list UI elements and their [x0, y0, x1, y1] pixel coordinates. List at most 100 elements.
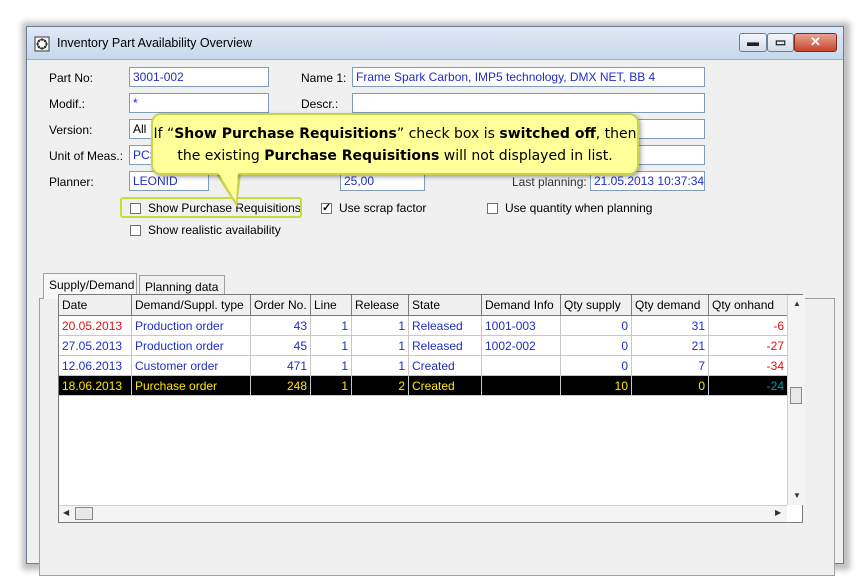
planner-label: Planner:	[49, 175, 94, 189]
last-planning-label: Last planning:	[512, 175, 587, 189]
realistic-checkbox[interactable]: Show realistic availability	[130, 223, 281, 237]
cell-qty-supply: 0	[560, 315, 632, 336]
close-icon: ✕	[810, 34, 821, 49]
horizontal-scroll-thumb[interactable]	[75, 507, 93, 520]
maximize-icon: ▭	[774, 35, 787, 49]
cell-demand-info	[481, 375, 561, 396]
cell-date: 27.05.2013	[59, 335, 132, 356]
cell-type: Customer order	[131, 355, 251, 376]
callout-bold-3: Purchase Requisitions	[264, 148, 440, 164]
minimize-button[interactable]: ▬	[739, 33, 767, 52]
cell-state: Released	[408, 315, 482, 336]
title-bar: Inventory Part Availability Overview ▬ ▭…	[27, 27, 843, 60]
cell-type: Production order	[131, 335, 251, 356]
vertical-scrollbar[interactable]: ▲ ▼	[787, 295, 805, 505]
col-line[interactable]: Line	[310, 295, 352, 316]
cell-order-no: 471	[250, 355, 311, 376]
cell-type: Purchase order	[131, 375, 251, 396]
table-row[interactable]: 20.05.2013 Production order 43 1 1 Relea…	[59, 315, 788, 336]
col-demand-info[interactable]: Demand Info	[481, 295, 561, 316]
cell-date: 12.06.2013	[59, 355, 132, 376]
table-row-selected[interactable]: 18.06.2013 Purchase order 248 1 2 Create…	[59, 375, 788, 396]
cell-qty-onhand: -6	[708, 315, 788, 336]
cell-state: Created	[408, 375, 482, 396]
modif-field[interactable]: *	[129, 93, 269, 113]
cell-demand-info: 1002-002	[481, 335, 561, 356]
realistic-label: Show realistic availability	[148, 223, 281, 237]
cell-demand-info: 1001-003	[481, 315, 561, 336]
qty-planning-box[interactable]	[487, 202, 498, 214]
cell-state: Released	[408, 335, 482, 356]
scrap-factor-label: Use scrap factor	[339, 201, 427, 215]
name1-field[interactable]: Frame Spark Carbon, IMP5 technology, DMX…	[352, 67, 705, 87]
cell-demand-info	[481, 355, 561, 376]
cell-line: 1	[310, 375, 352, 396]
col-order-no[interactable]: Order No.	[250, 295, 311, 316]
col-state[interactable]: State	[408, 295, 482, 316]
col-type[interactable]: Demand/Suppl. type	[131, 295, 251, 316]
modif-label: Modif.:	[49, 97, 86, 111]
grid-header-row: Date Demand/Suppl. type Order No. Line R…	[59, 295, 788, 316]
inventory-icon	[34, 36, 50, 52]
cell-qty-demand: 31	[631, 315, 709, 336]
scrap-factor-box[interactable]: ✓	[321, 202, 332, 214]
callout-text-5: will not displayed in list.	[439, 148, 613, 164]
realistic-box[interactable]	[130, 224, 141, 236]
cell-release: 1	[351, 335, 409, 356]
cell-line: 1	[310, 315, 352, 336]
cell-qty-demand: 0	[631, 375, 709, 396]
cell-qty-demand: 7	[631, 355, 709, 376]
scroll-down-icon[interactable]: ▼	[793, 491, 801, 500]
callout-bold-1: Show Purchase Requisitions	[174, 126, 397, 142]
part-no-field[interactable]: 3001-002	[129, 67, 269, 87]
window-title: Inventory Part Availability Overview	[57, 36, 252, 50]
vertical-scroll-thumb[interactable]	[790, 387, 802, 404]
callout-bold-2: switched off	[499, 126, 596, 142]
cell-state: Created	[408, 355, 482, 376]
part-no-label: Part No:	[49, 71, 94, 85]
cell-order-no: 45	[250, 335, 311, 356]
scrap-factor-checkbox[interactable]: ✓ Use scrap factor	[321, 201, 426, 215]
callout-text-4: the existing	[177, 148, 265, 164]
qty-planning-checkbox[interactable]: Use quantity when planning	[487, 201, 652, 215]
supply-demand-grid[interactable]: Date Demand/Suppl. type Order No. Line R…	[58, 294, 803, 523]
cell-date: 18.06.2013	[59, 375, 132, 396]
col-qty-supply[interactable]: Qty supply	[560, 295, 632, 316]
uom-label: Unit of Meas.:	[49, 149, 124, 163]
scroll-right-icon[interactable]: ▶	[775, 508, 781, 517]
cell-date: 20.05.2013	[59, 315, 132, 336]
scroll-left-icon[interactable]: ◀	[63, 508, 69, 517]
scroll-up-icon[interactable]: ▲	[793, 299, 801, 308]
horizontal-scrollbar[interactable]: ◀ ▶	[59, 505, 787, 522]
col-qty-onhand[interactable]: Qty onhand	[708, 295, 788, 316]
callout-text-1: If “	[153, 126, 175, 142]
close-button[interactable]: ✕	[794, 33, 837, 52]
cell-qty-supply: 0	[560, 355, 632, 376]
callout-note: If “Show Purchase Requisitions” check bo…	[151, 113, 639, 175]
cell-qty-supply: 0	[560, 335, 632, 356]
table-row[interactable]: 12.06.2013 Customer order 471 1 1 Create…	[59, 355, 788, 376]
col-qty-demand[interactable]: Qty demand	[631, 295, 709, 316]
name1-label: Name 1:	[301, 71, 347, 85]
col-release[interactable]: Release	[351, 295, 409, 316]
descr-field[interactable]	[352, 93, 705, 113]
cell-type: Production order	[131, 315, 251, 336]
minimize-icon: ▬	[747, 35, 759, 49]
maximize-button[interactable]: ▭	[767, 33, 794, 52]
col-date[interactable]: Date	[59, 295, 132, 316]
table-row[interactable]: 27.05.2013 Production order 45 1 1 Relea…	[59, 335, 788, 356]
cell-qty-onhand: -34	[708, 355, 788, 376]
qty-planning-label: Use quantity when planning	[505, 201, 653, 215]
grid-table: Date Demand/Suppl. type Order No. Line R…	[59, 295, 788, 396]
callout-text-2: ” check box is	[396, 126, 500, 142]
cell-qty-onhand: -27	[708, 335, 788, 356]
cell-qty-onhand: -24	[708, 375, 788, 396]
callout-tail	[218, 172, 238, 202]
version-label: Version:	[49, 123, 93, 137]
cell-line: 1	[310, 355, 352, 376]
cell-release: 2	[351, 375, 409, 396]
cell-order-no: 43	[250, 315, 311, 336]
cell-line: 1	[310, 335, 352, 356]
descr-label: Descr.:	[301, 97, 339, 111]
callout-text-3: , then	[595, 126, 637, 142]
